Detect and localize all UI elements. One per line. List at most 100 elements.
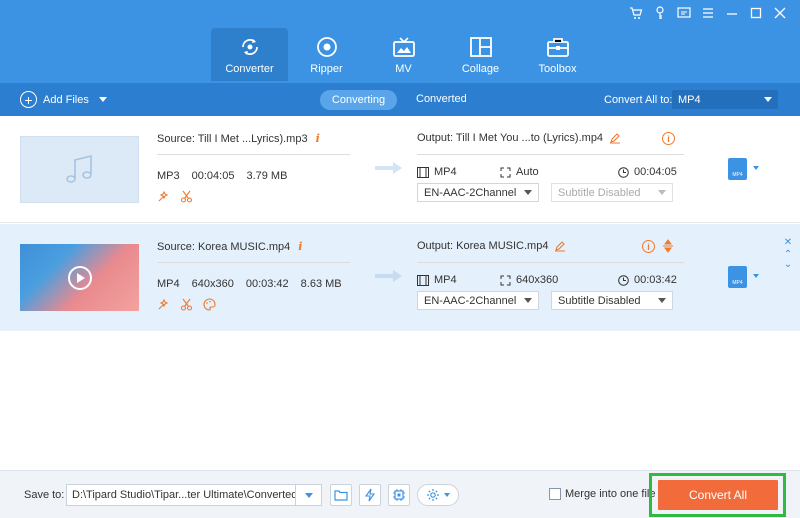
- tab-ripper[interactable]: Ripper: [288, 28, 365, 81]
- divider: [157, 154, 350, 155]
- source-meta: MP4 640x360 00:03:42 8.63 MB: [157, 278, 342, 290]
- output-resolution-value: 640x360: [516, 274, 559, 286]
- source-filename-text: Source: Korea MUSIC.mp4: [157, 241, 291, 253]
- film-icon: [417, 274, 429, 286]
- save-to-label: Save to:: [24, 489, 65, 501]
- tab-toolbox[interactable]: Toolbox: [519, 28, 596, 81]
- play-icon[interactable]: [67, 265, 92, 290]
- merge-label: Merge into one file: [565, 488, 656, 500]
- chevron-down-icon[interactable]: [753, 274, 759, 278]
- enhance-icon[interactable]: [157, 190, 170, 203]
- toolbar: + Add Files Converting Converted Convert…: [0, 83, 800, 116]
- convert-all-to-label: Convert All to:: [604, 94, 673, 106]
- output-format-icon[interactable]: MP4: [728, 266, 747, 288]
- tab-converted[interactable]: Converted: [416, 93, 467, 105]
- reorder-icon[interactable]: [662, 239, 674, 253]
- hardware-accel-button[interactable]: [359, 484, 381, 506]
- folder-icon: [334, 490, 348, 501]
- tab-mv[interactable]: MV: [365, 28, 442, 81]
- clock-icon: [618, 274, 629, 286]
- window-controls: [624, 4, 792, 22]
- resize-icon: [500, 275, 511, 285]
- chevron-down-icon[interactable]: ⌄: [783, 260, 793, 270]
- edit-tools: [157, 298, 216, 311]
- convert-all-button[interactable]: Convert All: [658, 480, 778, 510]
- chevron-down-icon: [524, 298, 532, 303]
- merge-checkbox[interactable]: Merge into one file: [549, 488, 656, 500]
- save-path-field[interactable]: D:\Tipard Studio\Tipar...ter Ultimate\Co…: [66, 484, 322, 506]
- source-filename: Source: Korea MUSIC.mp4 i: [157, 240, 302, 253]
- title-bar: Converter Ripper MV Collage Toolbox: [0, 0, 800, 83]
- cut-icon[interactable]: [180, 190, 193, 203]
- menu-icon[interactable]: [696, 4, 720, 22]
- divider: [417, 262, 684, 263]
- add-files-label: Add Files: [43, 93, 89, 106]
- ripper-icon: [316, 37, 337, 57]
- save-path-dropdown-button[interactable]: [295, 484, 322, 506]
- audio-track-value: EN-AAC-2Channel: [424, 186, 517, 199]
- source-meta: MP3 00:04:05 3.79 MB: [157, 170, 287, 182]
- edit-icon[interactable]: [609, 132, 621, 144]
- audio-track-select[interactable]: EN-AAC-2Channel: [417, 291, 539, 310]
- source-filename: Source: Till I Met ...Lyrics).mp3 i: [157, 132, 320, 145]
- remove-icon[interactable]: ✕: [783, 238, 793, 248]
- close-icon[interactable]: [768, 4, 792, 22]
- checkbox[interactable]: [549, 488, 561, 500]
- tab-collage[interactable]: Collage: [442, 28, 519, 81]
- maximize-icon[interactable]: [744, 4, 768, 22]
- source-size: 8.63 MB: [300, 278, 342, 290]
- minimize-icon[interactable]: [720, 4, 744, 22]
- enhance-icon[interactable]: [157, 298, 170, 311]
- key-icon[interactable]: [648, 4, 672, 22]
- cut-icon[interactable]: [180, 298, 193, 311]
- video-thumbnail[interactable]: [20, 244, 139, 311]
- output-format: MP4: [417, 166, 457, 178]
- subtitle-select[interactable]: Subtitle Disabled: [551, 183, 673, 202]
- output-format-icon[interactable]: MP4: [728, 158, 747, 180]
- source-format: MP3: [157, 170, 180, 182]
- audio-track-select[interactable]: EN-AAC-2Channel: [417, 183, 539, 202]
- tab-mv-label: MV: [395, 63, 412, 75]
- film-icon: [417, 166, 429, 178]
- chevron-down-icon: [658, 190, 666, 195]
- convert-all-format-select[interactable]: MP4: [672, 90, 778, 109]
- gpu-button[interactable]: [388, 484, 410, 506]
- convert-all-format-value: MP4: [678, 93, 701, 106]
- info-icon[interactable]: i: [298, 240, 302, 253]
- subtitle-value: Subtitle Disabled: [558, 186, 641, 199]
- info-icon[interactable]: i: [642, 240, 655, 253]
- audio-thumbnail[interactable]: [20, 136, 139, 203]
- file-row: Source: Korea MUSIC.mp4 i MP4 640x360 00:…: [0, 224, 800, 331]
- gear-icon: [427, 489, 439, 501]
- palette-icon[interactable]: [203, 298, 216, 311]
- feedback-icon[interactable]: [672, 4, 696, 22]
- info-icon[interactable]: i: [316, 132, 320, 145]
- info-icon[interactable]: i: [662, 132, 675, 145]
- cart-icon[interactable]: [624, 4, 648, 22]
- chevron-down-icon[interactable]: [98, 97, 107, 102]
- save-path-value: D:\Tipard Studio\Tipar...ter Ultimate\Co…: [72, 489, 298, 501]
- add-files-button[interactable]: + Add Files: [20, 91, 107, 108]
- output-filename: Output: Korea MUSIC.mp4: [417, 240, 566, 252]
- output-filename: Output: Till I Met You ...to (Lyrics).mp…: [417, 132, 621, 144]
- settings-button[interactable]: [417, 484, 459, 506]
- edit-tools: [157, 190, 193, 203]
- tab-converter[interactable]: Converter: [211, 28, 288, 81]
- resize-icon: [500, 167, 511, 177]
- output-duration-value: 00:03:42: [634, 274, 677, 286]
- main-nav: Converter Ripper MV Collage Toolbox: [211, 28, 596, 81]
- chevron-down-icon[interactable]: [753, 166, 759, 170]
- tab-converting[interactable]: Converting: [320, 90, 397, 110]
- output-duration: 00:04:05: [618, 166, 677, 178]
- chevron-up-icon[interactable]: ⌃: [783, 250, 793, 260]
- source-size: 3.79 MB: [246, 170, 288, 182]
- chip-icon: [393, 489, 405, 501]
- output-format-value: MP4: [434, 274, 457, 286]
- subtitle-select[interactable]: Subtitle Disabled: [551, 291, 673, 310]
- output-resolution: Auto: [500, 166, 539, 178]
- output-filename-text: Output: Till I Met You ...to (Lyrics).mp…: [417, 132, 604, 144]
- open-folder-button[interactable]: [330, 484, 352, 506]
- edit-icon[interactable]: [554, 240, 566, 252]
- bottom-bar: Save to: D:\Tipard Studio\Tipar...ter Ul…: [0, 470, 800, 518]
- chevron-down-icon: [658, 298, 666, 303]
